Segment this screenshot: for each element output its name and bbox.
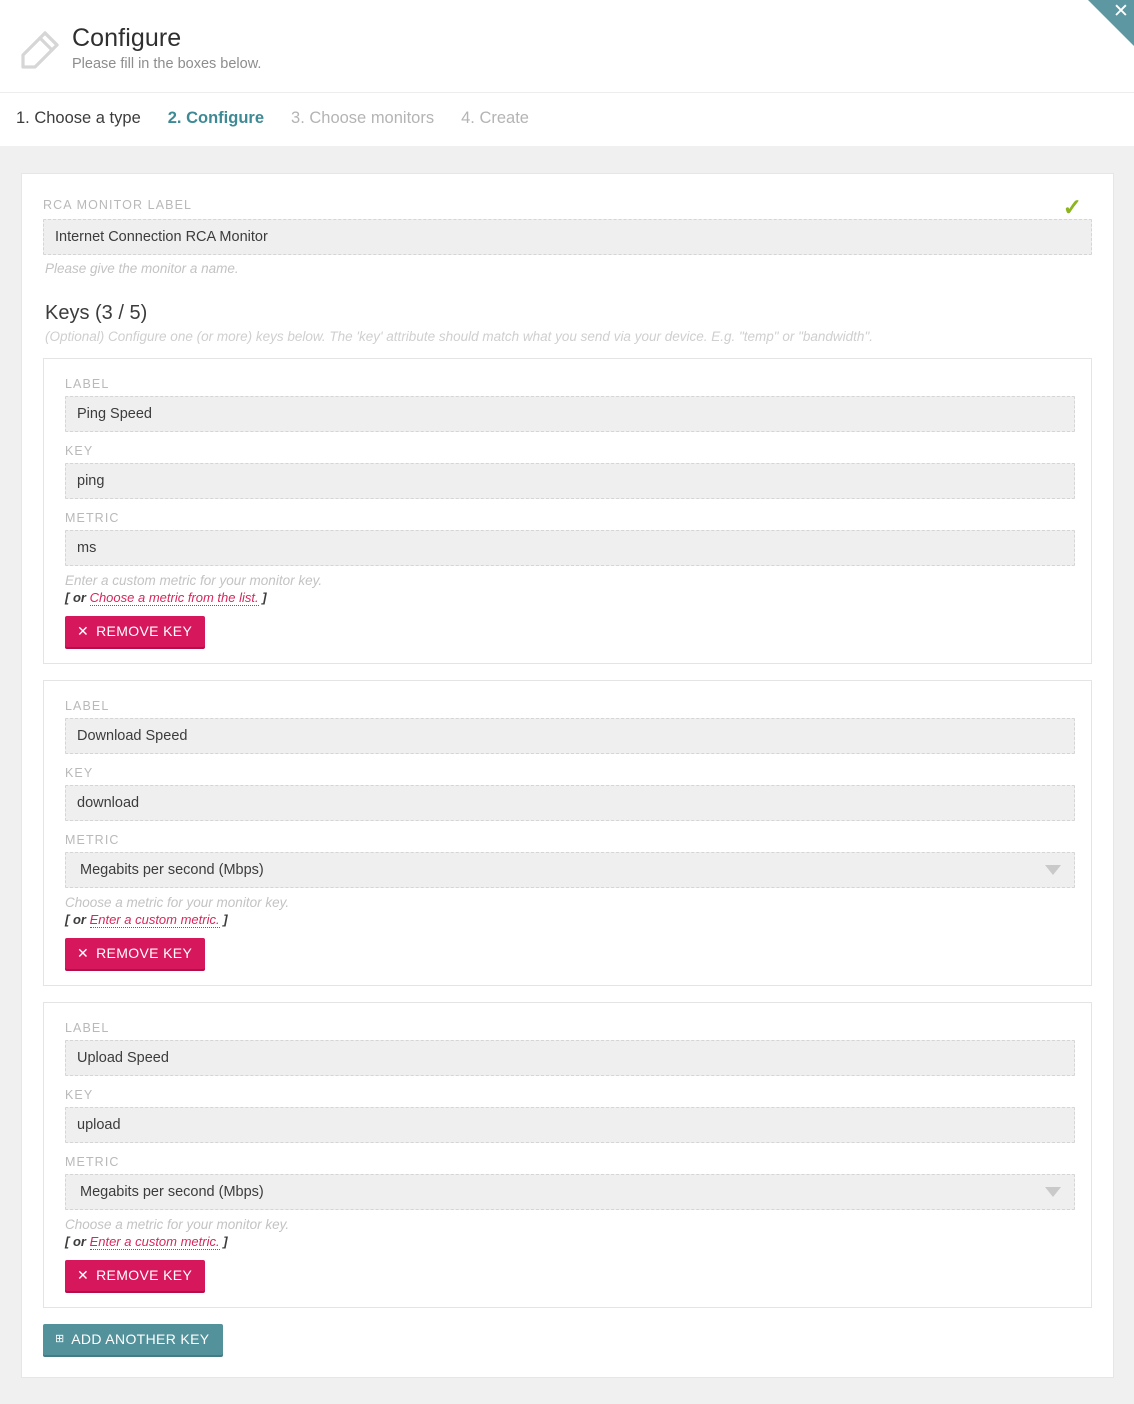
alt-suffix: ] [219, 1234, 228, 1249]
step-create[interactable]: 4. Create [461, 109, 529, 128]
wizard-steps: 1. Choose a type 2. Configure 3. Choose … [0, 92, 1134, 146]
key-panel: LABEL KEY METRIC Megabits per second (Mb… [43, 1002, 1092, 1308]
add-another-key-button[interactable]: ⊞ ADD ANOTHER KEY [43, 1324, 223, 1355]
key-label-field-label: LABEL [65, 1021, 110, 1035]
choose-metric-from-list-link[interactable]: Choose a metric from the list. [89, 590, 259, 606]
key-metric-hint: Enter a custom metric for your monitor k… [65, 573, 323, 588]
close-x-icon: ✕ [77, 623, 90, 639]
remove-key-label: REMOVE KEY [96, 1267, 193, 1283]
key-label-field-label: LABEL [65, 699, 110, 713]
key-metric-select[interactable]: Megabits per second (Mbps) [65, 1174, 1075, 1210]
alt-suffix: ] [258, 590, 267, 605]
remove-key-label: REMOVE KEY [96, 945, 193, 961]
remove-key-button[interactable]: ✕ REMOVE KEY [65, 1260, 206, 1291]
key-label-input[interactable] [65, 396, 1075, 432]
remove-key-button[interactable]: ✕ REMOVE KEY [65, 938, 206, 969]
key-metric-input[interactable] [65, 530, 1075, 566]
key-metric-select-wrap[interactable]: Megabits per second (Mbps) [65, 1174, 1075, 1210]
keys-description: (Optional) Configure one (or more) keys … [45, 329, 873, 344]
key-key-input[interactable] [65, 785, 1075, 821]
key-label-input[interactable] [65, 718, 1075, 754]
close-x-icon: ✕ [77, 945, 90, 961]
page-subtitle: Please fill in the boxes below. [72, 55, 262, 72]
key-metric-field-label: METRIC [65, 833, 120, 847]
page-title: Configure [72, 24, 182, 52]
key-metric-select-wrap[interactable]: Megabits per second (Mbps) [65, 852, 1075, 888]
monitor-label-field-label: RCA MONITOR LABEL [43, 197, 193, 212]
alt-prefix: [ or [65, 912, 90, 927]
monitor-label-hint: Please give the monitor a name. [45, 261, 239, 276]
plus-box-icon: ⊞ [55, 1332, 65, 1345]
key-panel: LABEL KEY METRIC Megabits per second (Mb… [43, 680, 1092, 986]
key-metric-select[interactable]: Megabits per second (Mbps) [65, 852, 1075, 888]
enter-custom-metric-link[interactable]: Enter a custom metric. [89, 912, 220, 928]
monitor-label-row: RCA MONITOR LABEL ✓ [43, 196, 1092, 219]
page-header: ✕ Configure Please fill in the boxes bel… [0, 0, 1134, 146]
remove-key-button[interactable]: ✕ REMOVE KEY [65, 616, 206, 647]
monitor-label-input[interactable] [43, 219, 1092, 255]
key-panel: LABEL KEY METRIC Enter a custom metric f… [43, 358, 1092, 664]
configure-card: RCA MONITOR LABEL ✓ Please give the moni… [21, 173, 1114, 1378]
keys-heading: Keys (3 / 5) [45, 302, 148, 324]
alt-prefix: [ or [65, 590, 90, 605]
enter-custom-metric-link[interactable]: Enter a custom metric. [89, 1234, 220, 1250]
close-x-icon: ✕ [77, 1267, 90, 1283]
add-key-row: ⊞ ADD ANOTHER KEY [43, 1324, 1092, 1355]
key-metric-alt-line: [ or Choose a metric from the list. ] [65, 590, 1075, 606]
key-key-input[interactable] [65, 463, 1075, 499]
key-key-field-label: KEY [65, 444, 94, 458]
close-icon: ✕ [1113, 1, 1129, 22]
key-key-input[interactable] [65, 1107, 1075, 1143]
key-key-field-label: KEY [65, 1088, 94, 1102]
key-key-field-label: KEY [65, 766, 94, 780]
step-choose-monitors[interactable]: 3. Choose monitors [291, 109, 434, 128]
key-metric-field-label: METRIC [65, 511, 120, 525]
add-another-key-label: ADD ANOTHER KEY [71, 1331, 210, 1347]
step-configure[interactable]: 2. Configure [168, 109, 264, 128]
key-label-input[interactable] [65, 1040, 1075, 1076]
pencil-icon [16, 26, 64, 74]
key-label-field-label: LABEL [65, 377, 110, 391]
key-metric-hint: Choose a metric for your monitor key. [65, 1217, 290, 1232]
valid-check-icon: ✓ [1062, 194, 1082, 220]
alt-suffix: ] [219, 912, 228, 927]
key-metric-alt-line: [ or Enter a custom metric. ] [65, 1234, 1075, 1250]
key-metric-alt-line: [ or Enter a custom metric. ] [65, 912, 1075, 928]
step-choose-a-type[interactable]: 1. Choose a type [16, 109, 141, 128]
remove-key-label: REMOVE KEY [96, 623, 193, 639]
key-metric-hint: Choose a metric for your monitor key. [65, 895, 290, 910]
alt-prefix: [ or [65, 1234, 90, 1249]
key-metric-field-label: METRIC [65, 1155, 120, 1169]
close-button[interactable]: ✕ [1088, 0, 1134, 46]
page-body: RCA MONITOR LABEL ✓ Please give the moni… [0, 146, 1134, 1404]
